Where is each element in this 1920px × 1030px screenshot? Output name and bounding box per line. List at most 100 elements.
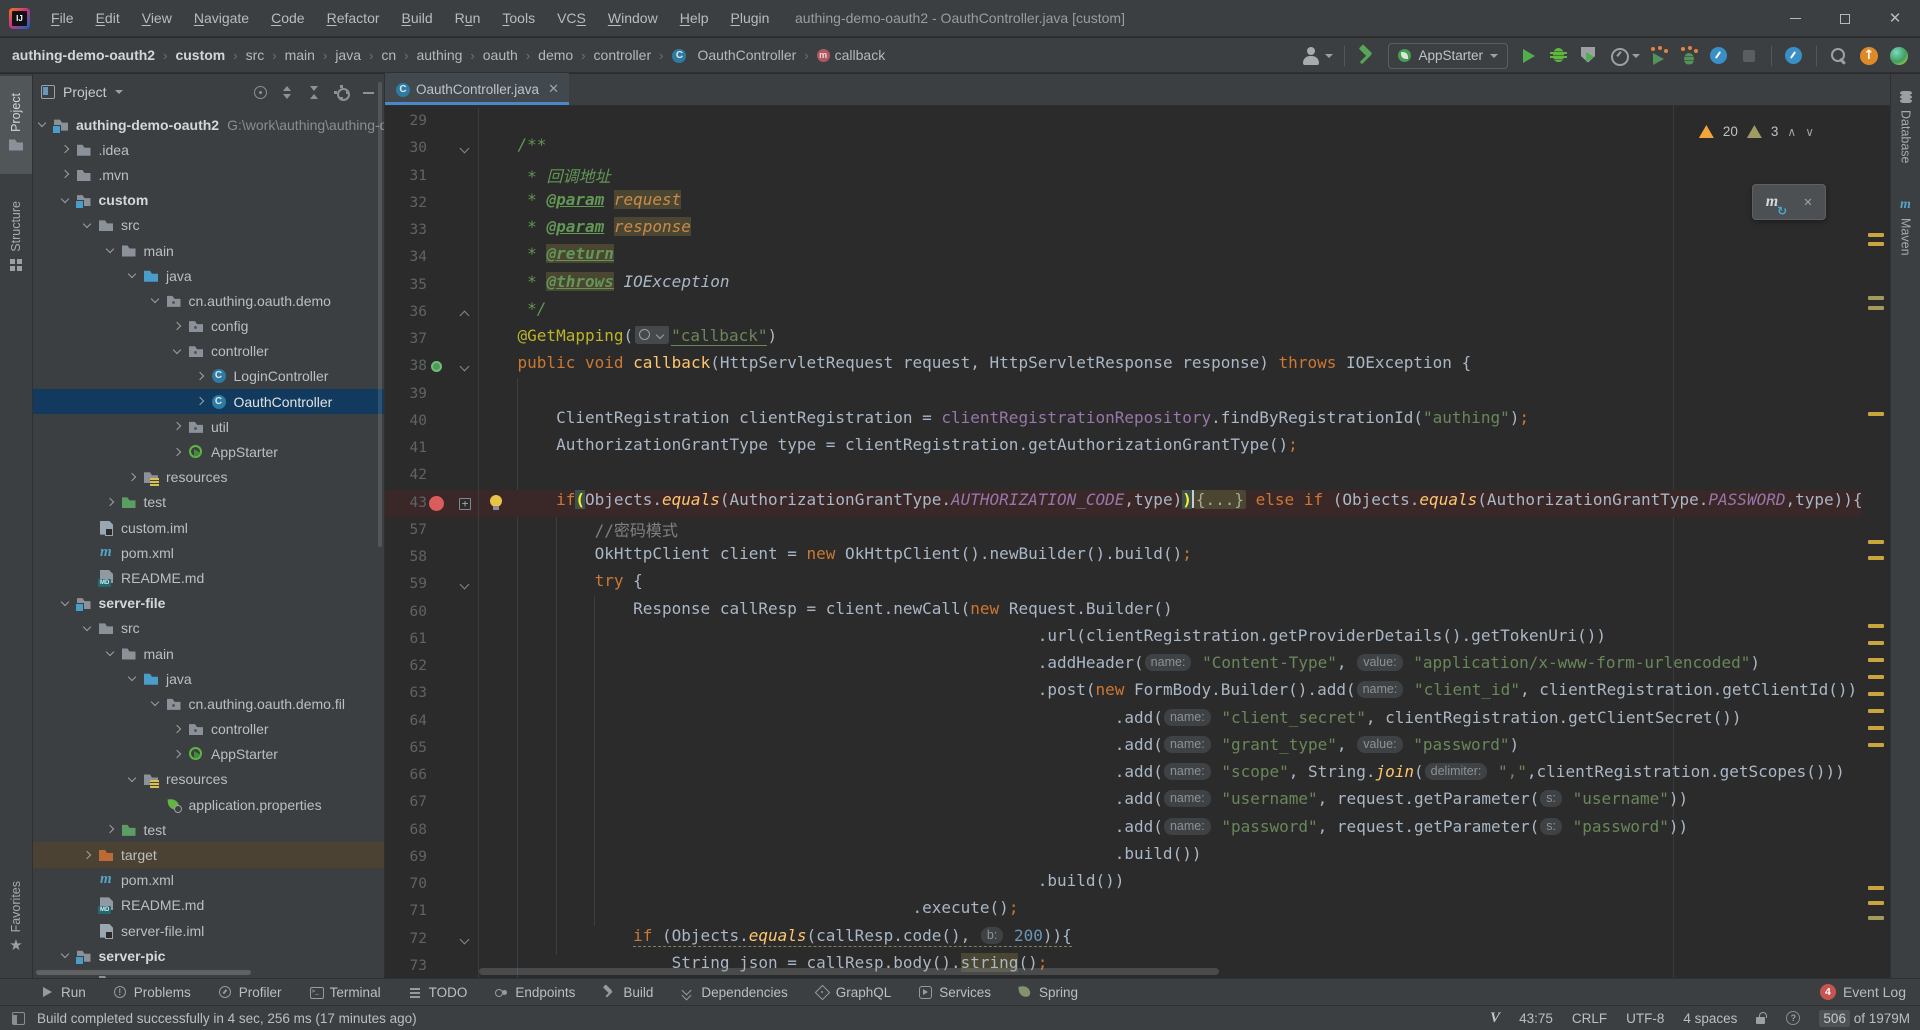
code-line-36[interactable]: 36 */ <box>385 299 1862 326</box>
fold-marker-icon[interactable] <box>459 926 471 953</box>
breadcrumb-item-main[interactable]: main <box>285 47 315 63</box>
expand-all-icon[interactable] <box>280 85 295 100</box>
code-text[interactable] <box>478 462 1862 489</box>
maven-reload-icon[interactable]: m <box>1766 193 1778 211</box>
code-text[interactable]: ClientRegistration clientRegistration = … <box>478 408 1862 435</box>
tree-item-test[interactable]: test <box>33 817 384 842</box>
run-icon[interactable] <box>1517 44 1541 68</box>
code-with-me-icon[interactable] <box>1887 44 1911 68</box>
code-line-60[interactable]: 60 Response callResp = client.newCall(ne… <box>385 599 1862 626</box>
menu-run[interactable]: Run <box>444 0 492 37</box>
profiler-clock-icon[interactable] <box>1607 44 1631 68</box>
tree-item--mvn[interactable]: .mvn <box>33 162 384 187</box>
intellij-profiler-icon[interactable] <box>1707 44 1731 68</box>
tree-item-readme-md[interactable]: README.md <box>33 565 384 590</box>
tree-chevron-icon[interactable] <box>195 371 206 382</box>
toolwindow-button-profiler[interactable]: Profiler <box>218 985 282 1000</box>
tree-item-main[interactable]: main <box>33 641 384 666</box>
code-text[interactable]: .execute(); <box>478 898 1862 925</box>
tree-chevron-icon[interactable] <box>82 220 93 231</box>
tree-chevron-icon[interactable] <box>195 396 206 407</box>
tree-chevron-icon[interactable] <box>60 144 71 155</box>
breadcrumb-item-custom[interactable]: custom <box>175 47 225 63</box>
error-stripe-mark[interactable] <box>1868 916 1884 920</box>
tree-item-custom-iml[interactable]: custom.iml <box>33 515 384 540</box>
toolwindow-button-run[interactable]: Run <box>40 985 86 1000</box>
code-text[interactable]: * 回调地址 <box>478 163 1862 190</box>
tree-chevron-icon[interactable] <box>82 850 93 861</box>
error-stripe-mark[interactable] <box>1868 886 1884 890</box>
tree-chevron-icon[interactable] <box>150 698 161 709</box>
tree-item-server-file[interactable]: server-file <box>33 591 384 616</box>
tree-item-main[interactable]: main <box>33 238 384 263</box>
code-line-58[interactable]: 58 OkHttpClient client = new OkHttpClien… <box>385 544 1862 571</box>
close-icon[interactable]: ✕ <box>548 81 559 97</box>
breadcrumb-item-src[interactable]: src <box>246 47 265 63</box>
code-text[interactable]: public void callback(HttpServletRequest … <box>478 353 1862 380</box>
intention-bulb-icon[interactable] <box>490 495 502 507</box>
collapse-all-icon[interactable] <box>307 85 322 100</box>
tree-chevron-icon[interactable] <box>37 119 48 130</box>
fold-marker-icon[interactable] <box>459 571 471 598</box>
sidebar-item-favorites[interactable]: Favorites ★ <box>0 870 32 970</box>
load-maven-changes-popup[interactable]: m ✕ <box>1752 184 1826 220</box>
line-separator[interactable]: CRLF <box>1572 1011 1607 1026</box>
build-hammer-icon[interactable] <box>1355 44 1379 68</box>
code-line-61[interactable]: 61 .url(clientRegistration.getProviderDe… <box>385 626 1862 653</box>
toolwindow-button-spring[interactable]: Spring <box>1018 985 1078 1000</box>
error-stripe-mark[interactable] <box>1868 692 1884 696</box>
code-text[interactable]: .url(clientRegistration.getProviderDetai… <box>478 626 1862 653</box>
tree-chevron-icon[interactable] <box>172 447 183 458</box>
tree-chevron-icon[interactable] <box>82 623 93 634</box>
profiler-debug-icon[interactable] <box>1677 44 1701 68</box>
code-text[interactable]: .post(new FormBody.Builder().add(name: "… <box>478 680 1862 707</box>
code-text[interactable]: AuthorizationGrantType type = clientRegi… <box>478 435 1862 462</box>
tree-item-test[interactable]: test <box>33 490 384 515</box>
menu-tools[interactable]: Tools <box>491 0 546 37</box>
code-line-37[interactable]: 37 @GetMapping("callback") <box>385 326 1862 353</box>
breadcrumb-item-callback[interactable]: mcallback <box>817 47 886 63</box>
error-stripe-mark[interactable] <box>1868 540 1884 544</box>
code-text[interactable]: * @return <box>478 244 1862 271</box>
spring-bean-icon[interactable] <box>431 361 442 372</box>
menu-file[interactable]: File <box>40 0 85 37</box>
code-text[interactable]: * @param response <box>478 217 1862 244</box>
next-warning-icon[interactable]: ∨ <box>1805 125 1814 139</box>
error-stripe-mark[interactable] <box>1868 233 1884 237</box>
tree-item-readme-md[interactable]: README.md <box>33 893 384 918</box>
error-stripe[interactable] <box>1862 106 1890 978</box>
code-text[interactable]: .build()) <box>478 844 1862 871</box>
toolwindow-button-build[interactable]: Build <box>602 985 653 1000</box>
menu-build[interactable]: Build <box>391 0 444 37</box>
inspections-widget[interactable]: 20 3 ∧ ∨ <box>1699 124 1814 139</box>
code-text[interactable]: if(Objects.equals(AuthorizationGrantType… <box>478 490 1862 517</box>
error-stripe-mark[interactable] <box>1868 641 1884 645</box>
tree-chevron-icon[interactable] <box>172 346 183 357</box>
code-line-71[interactable]: 71 .execute(); <box>385 898 1862 925</box>
vcs-icon[interactable]: V <box>1490 1011 1500 1026</box>
code-text[interactable]: .build()) <box>478 871 1862 898</box>
code-editor[interactable]: 2930 /**31 * 回调地址32 * @param request33 *… <box>385 106 1890 978</box>
tree-item-appstarter[interactable]: AppStarter <box>33 742 384 767</box>
help-icon[interactable] <box>1786 1011 1800 1025</box>
code-line-42[interactable]: 42 <box>385 462 1862 489</box>
error-stripe-mark[interactable] <box>1868 556 1884 560</box>
breadcrumb-item-oauthcontroller[interactable]: OauthController <box>671 47 796 63</box>
code-text[interactable]: /** <box>478 135 1862 162</box>
tree-item-config[interactable]: config <box>33 314 384 339</box>
toolwindow-button-endpoints[interactable]: Endpoints <box>494 985 575 1000</box>
code-line-32[interactable]: 32 * @param request <box>385 190 1862 217</box>
breadcrumb-item-java[interactable]: java <box>335 47 361 63</box>
toolwindow-button-dependencies[interactable]: Dependencies <box>680 985 787 1000</box>
error-stripe-mark[interactable] <box>1868 743 1884 747</box>
sidebar-item-structure[interactable]: Structure <box>0 184 32 294</box>
error-stripe-mark[interactable] <box>1868 242 1884 246</box>
code-line-65[interactable]: 65 .add(name: "grant_type", value: "pass… <box>385 735 1862 762</box>
tree-chevron-icon[interactable] <box>172 421 183 432</box>
code-line-57[interactable]: 57 //密码模式 <box>385 517 1862 544</box>
fold-marker-icon[interactable] <box>459 135 471 162</box>
file-encoding[interactable]: UTF-8 <box>1626 1011 1664 1026</box>
toolwindow-toggle-icon[interactable] <box>12 1012 25 1025</box>
lock-icon[interactable] <box>1756 1012 1767 1024</box>
error-stripe-mark[interactable] <box>1868 726 1884 730</box>
